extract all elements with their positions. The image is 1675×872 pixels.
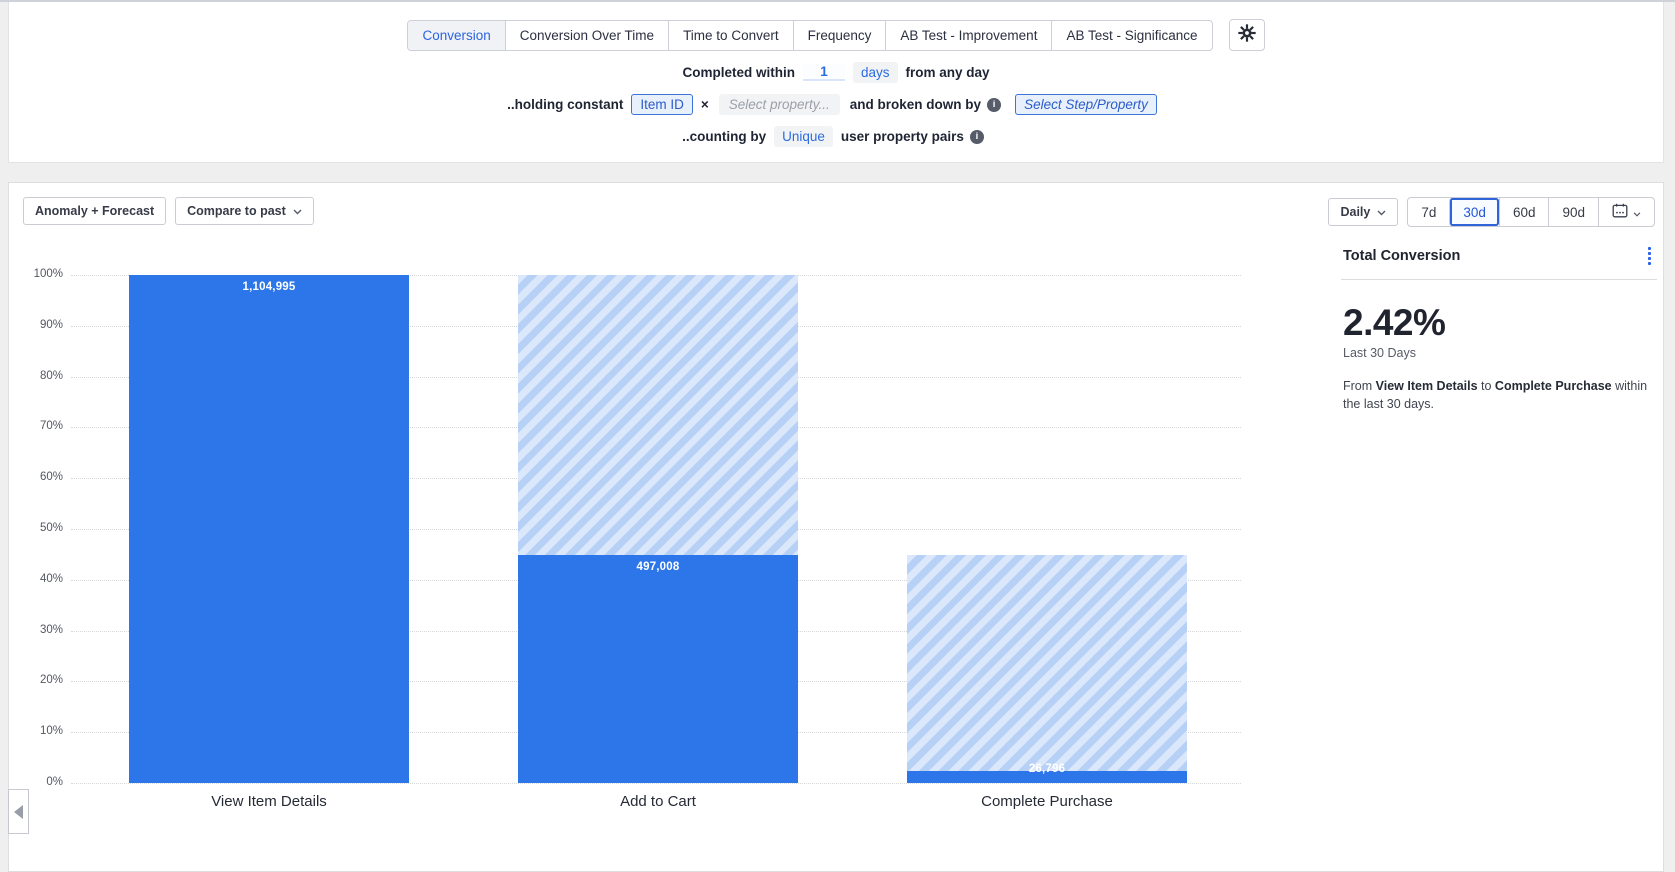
view-tab-group: Conversion Conversion Over Time Time to … [407,19,1213,51]
funnel-plot: 100% 90% 80% 70% 60% 50% 40% 30% 20% 10% 0% View It… [34,268,1241,810]
y-axis-tick: 70% [39,420,63,433]
select-step-property-dropdown[interactable]: Select Step/Property [1015,94,1157,115]
y-axis-tick: 30% [39,623,63,636]
funnel-bar[interactable]: 26,796 [907,275,1187,783]
total-conversion-panel: Total Conversion 2.42% Last 30 Days From… [1341,245,1657,413]
anomaly-forecast-button[interactable]: Anomaly + Forecast [23,197,167,225]
y-axis-tick: 60% [39,471,63,484]
bar-value-label: 1,104,995 [242,281,296,293]
tab-conversion[interactable]: Conversion [408,20,505,50]
y-axis-tick: 10% [39,725,63,738]
counting-mode-dropdown[interactable]: Unique [774,126,833,147]
x-axis-step-label: Complete Purchase [981,793,1113,810]
converted-bar-segment[interactable] [129,275,409,783]
counting-by-label: ..counting by [682,129,767,144]
funnel-bar[interactable]: 497,008 [518,275,798,783]
held-property-chip[interactable]: Item ID [631,94,693,115]
conversion-subtitle: Last 30 Days [1343,346,1416,360]
times-separator: × [700,97,709,112]
window-value-input[interactable] [802,64,845,81]
funnel-settings-card: Conversion Conversion Over Time Time to … [8,1,1664,163]
window-unit-dropdown[interactable]: days [852,62,898,83]
converted-bar-segment[interactable] [518,554,798,783]
funnel-chart-card: Anomaly + Forecast Compare to past Daily… [8,182,1664,872]
bar-value-label: 26,796 [1028,762,1066,775]
select-property-dropdown[interactable]: Select property... [718,94,840,115]
tab-conversion-over-time[interactable]: Conversion Over Time [504,20,668,50]
tab-ab-test-improvement[interactable]: AB Test - Improvement [885,20,1051,50]
custom-date-range-button[interactable] [1598,198,1654,226]
x-axis-step-label: Add to Cart [620,793,696,810]
gridline [71,783,1241,784]
conversion-value: 2.42% [1343,302,1446,343]
step-from: View Item Details [1375,379,1478,393]
chart-toolbar-left: Anomaly + Forecast Compare to past [23,197,314,225]
y-axis-tick: 0% [46,776,63,788]
info-icon[interactable]: i [987,97,1002,112]
holding-constant-row: ..holding constant Item ID × Select prop… [9,94,1663,115]
step-to: Complete Purchase [1494,379,1612,393]
period-7d[interactable]: 7d [1408,198,1449,226]
view-tab-row: Conversion Conversion Over Time Time to … [9,19,1663,51]
tab-ab-test-significance[interactable]: AB Test - Significance [1051,20,1211,50]
panel-title: Total Conversion [1343,248,1461,264]
tab-frequency[interactable]: Frequency [792,20,886,50]
chevron-down-icon [293,204,302,218]
from-any-day-label: from any day [905,65,990,80]
chevron-down-icon [1633,205,1641,220]
collapse-panel-button[interactable] [8,789,29,834]
funnel-bar[interactable]: 1,104,995 [129,275,409,783]
conversion-description: From View Item Details to Complete Purch… [1343,379,1648,412]
y-axis-tick: 80% [39,369,63,382]
top-divider [0,0,1675,2]
y-axis-tick: 100% [33,268,63,280]
date-range-segmented-control: 7d 30d 60d 90d [1407,197,1655,227]
y-axis-tick: 40% [39,572,63,585]
broken-down-by-label: and broken down by [849,97,982,112]
period-60d[interactable]: 60d [1498,198,1549,226]
bar-value-label: 497,008 [636,560,680,573]
unconverted-hatch-segment[interactable] [907,554,1187,771]
holding-constant-label: ..holding constant [507,97,624,112]
settings-button[interactable] [1228,19,1265,51]
compare-to-past-dropdown[interactable]: Compare to past [175,197,314,225]
interval-label: Daily [1340,205,1371,219]
x-axis-step-label: View Item Details [211,793,327,810]
info-icon[interactable]: i [969,129,984,144]
interval-dropdown[interactable]: Daily [1328,198,1399,226]
y-axis-tick: 20% [39,674,63,687]
chart-toolbar-right: Daily 7d 30d 60d 90d [1328,197,1655,227]
unconverted-hatch-segment[interactable] [518,275,798,555]
more-options-icon[interactable] [1644,245,1655,267]
counting-by-row: ..counting by Unique user property pairs… [9,126,1663,147]
panel-divider [1341,279,1657,280]
completed-within-row: Completed within days from any day [9,62,1663,83]
y-axis-tick: 50% [39,522,63,534]
left-triangle-icon [14,804,23,819]
gear-icon [1237,23,1257,48]
user-property-pairs-label: user property pairs [840,129,964,144]
y-axis-tick: 90% [39,318,63,331]
period-30d[interactable]: 30d [1449,198,1499,226]
calendar-icon [1612,203,1628,221]
tab-time-to-convert[interactable]: Time to Convert [668,20,793,50]
compare-to-past-label: Compare to past [187,204,286,218]
period-90d[interactable]: 90d [1548,198,1598,226]
chevron-down-icon [1377,205,1386,219]
completed-within-label: Completed within [682,65,795,80]
